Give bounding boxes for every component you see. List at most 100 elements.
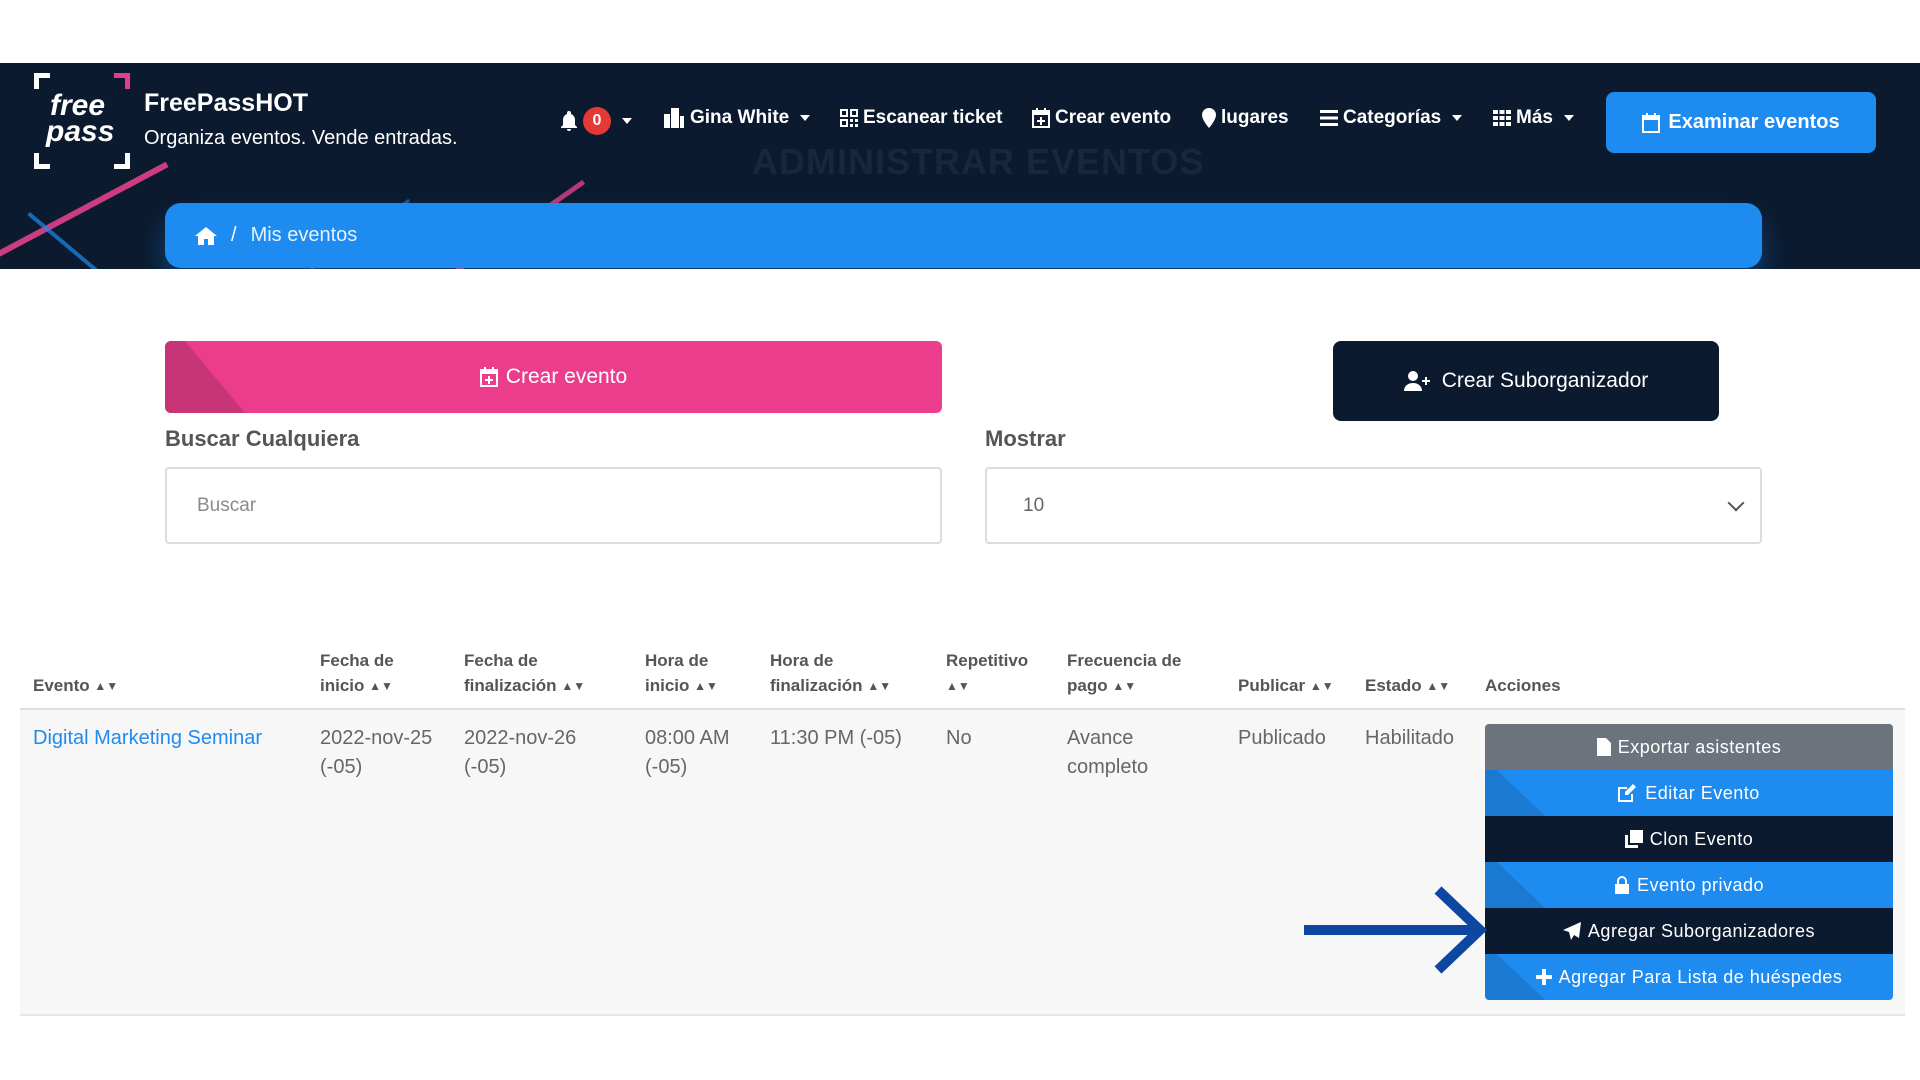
chevron-down-icon: [1452, 115, 1463, 121]
sort-icon: ▲▼: [369, 679, 393, 693]
action-label: Agregar Suborganizadores: [1587, 920, 1816, 941]
start-date-cell: 2022-nov-25 (-05): [320, 727, 433, 778]
nav-label: Más: [1516, 107, 1553, 128]
sort-icon: ▲▼: [561, 679, 586, 693]
end-time-cell: 11:30 PM (-05): [770, 727, 902, 749]
plus-icon: [1535, 969, 1552, 985]
nav-more[interactable]: Más: [1493, 107, 1574, 129]
action-label: Editar Evento: [1645, 782, 1760, 803]
notification-count-badge: 0: [583, 107, 611, 135]
nav-label: lugares: [1221, 107, 1289, 128]
copy-icon: [1624, 830, 1643, 848]
edit-icon: [1618, 784, 1637, 802]
event-name-cell: Digital Marketing Seminar: [33, 724, 262, 753]
column-header-publicar[interactable]: Publicar ▲▼: [1238, 673, 1334, 699]
nav-label: Escanear ticket: [863, 107, 1003, 128]
sort-icon: ▲▼: [867, 679, 892, 693]
add-guestlist-button[interactable]: Agregar Para Lista de huéspedes: [1485, 954, 1893, 1000]
action-label: Exportar asistentes: [1617, 736, 1782, 757]
decor-stripe: [27, 212, 153, 269]
browse-events-label: Examinar eventos: [1668, 111, 1840, 133]
column-header-hora-fin[interactable]: Hora de finalización ▲▼: [770, 648, 891, 699]
column-header-fecha-fin[interactable]: Fecha de finalización ▲▼: [464, 648, 585, 699]
column-header-hora-inicio[interactable]: Hora de inicio ▲▼: [645, 648, 718, 699]
brand-title: FreePassHOT: [144, 89, 308, 117]
chevron-down-icon: [1727, 494, 1745, 512]
calendar-plus-icon: [1032, 108, 1050, 128]
breadcrumb-current[interactable]: Mis eventos: [251, 224, 358, 247]
nav-scan-ticket[interactable]: Escanear ticket: [840, 107, 1002, 129]
action-label: Evento privado: [1636, 874, 1765, 895]
logo-text: pass: [46, 115, 115, 148]
sort-icon: ▲▼: [94, 679, 119, 693]
nav-create-event[interactable]: Crear evento: [1032, 107, 1171, 129]
row-actions-group: Exportar asistentes Editar Evento Clon E…: [1485, 724, 1893, 1000]
create-event-button[interactable]: Crear evento: [165, 341, 942, 413]
search-label: Buscar Cualquiera: [165, 426, 360, 451]
page-ghost-title: ADMINISTRAR EVENTOS: [752, 141, 1205, 182]
sort-icon: ▲▼: [1112, 679, 1137, 693]
search-input[interactable]: [165, 467, 942, 544]
top-header: ADMINISTRAR EVENTOS free pass FreePassHO…: [0, 63, 1920, 269]
sort-icon: ▲▼: [1309, 679, 1334, 693]
end-date-cell: 2022-nov-26 (-05): [464, 727, 577, 778]
clone-event-button[interactable]: Clon Evento: [1485, 816, 1893, 862]
create-event-label: Crear evento: [505, 365, 628, 388]
sort-icon: ▲▼: [694, 679, 718, 693]
payment-frequency-cell: Avance completo: [1067, 727, 1149, 778]
map-marker-icon: [1202, 108, 1216, 128]
notifications-menu[interactable]: 0: [560, 107, 632, 135]
action-label: Agregar Para Lista de huéspedes: [1558, 966, 1843, 987]
column-header-acciones: Acciones: [1485, 676, 1561, 695]
show-entries-value: 10: [1023, 494, 1045, 516]
create-suborganizer-button[interactable]: Crear Suborganizador: [1333, 341, 1719, 421]
nav-label: Crear evento: [1055, 107, 1172, 128]
action-label: Clon Evento: [1649, 828, 1754, 849]
grid-icon: [1493, 110, 1511, 126]
lock-icon: [1614, 876, 1629, 894]
nav-label: Categorías: [1343, 107, 1442, 128]
repetitive-cell: No: [946, 727, 972, 749]
column-header-estado[interactable]: Estado ▲▼: [1365, 673, 1450, 699]
sort-icon: ▲▼: [1426, 679, 1451, 693]
breadcrumb-separator: /: [231, 224, 237, 246]
column-header-frecuencia[interactable]: Frecuencia de pago ▲▼: [1067, 648, 1181, 699]
sort-icon: ▲▼: [946, 679, 970, 693]
nav-categories[interactable]: Categorías: [1320, 107, 1463, 129]
freepass-logo[interactable]: free pass: [34, 73, 130, 169]
decor-stripe: [0, 161, 169, 269]
private-event-button[interactable]: Evento privado: [1485, 862, 1893, 908]
column-header-fecha-inicio[interactable]: Fecha de inicio ▲▼: [320, 648, 394, 699]
export-attendees-button[interactable]: Exportar asistentes: [1485, 724, 1893, 770]
state-cell: Habilitado: [1365, 727, 1454, 749]
brand-subtitle: Organiza eventos. Vende entradas.: [144, 127, 458, 149]
create-suborganizer-label: Crear Suborganizador: [1441, 369, 1649, 392]
nav-places[interactable]: lugares: [1202, 107, 1289, 129]
show-label: Mostrar: [985, 426, 1066, 451]
bell-icon: [561, 111, 577, 131]
edit-event-button[interactable]: Editar Evento: [1485, 770, 1893, 816]
home-icon[interactable]: [195, 226, 217, 245]
paper-plane-icon: [1562, 922, 1581, 940]
column-header-repetitivo[interactable]: Repetitivo ▲▼: [946, 648, 1028, 699]
list-icon: [1320, 110, 1338, 126]
calendar-plus-icon: [479, 367, 498, 387]
publish-status-cell: Publicado: [1238, 727, 1326, 749]
chevron-down-icon: [1563, 115, 1574, 121]
chevron-down-icon: [800, 115, 811, 121]
qrcode-icon: [840, 109, 858, 127]
annotation-arrow-icon: [1304, 886, 1488, 974]
event-name-link[interactable]: Digital Marketing Seminar: [33, 727, 262, 749]
browse-events-button[interactable]: Examinar eventos: [1606, 92, 1876, 153]
chevron-down-icon: [622, 118, 632, 124]
column-header-evento[interactable]: Evento ▲▼: [33, 673, 118, 699]
building-icon: [664, 108, 684, 128]
add-suborganizers-button[interactable]: Agregar Suborganizadores: [1485, 908, 1893, 954]
user-menu[interactable]: Gina White: [663, 107, 811, 129]
user-name: Gina White: [690, 107, 790, 128]
start-time-cell: 08:00 AM (-05): [645, 727, 730, 778]
calendar-icon: [1642, 112, 1661, 133]
user-plus-icon: [1403, 371, 1430, 391]
show-entries-select[interactable]: 10: [985, 467, 1762, 544]
file-icon: [1596, 738, 1611, 756]
